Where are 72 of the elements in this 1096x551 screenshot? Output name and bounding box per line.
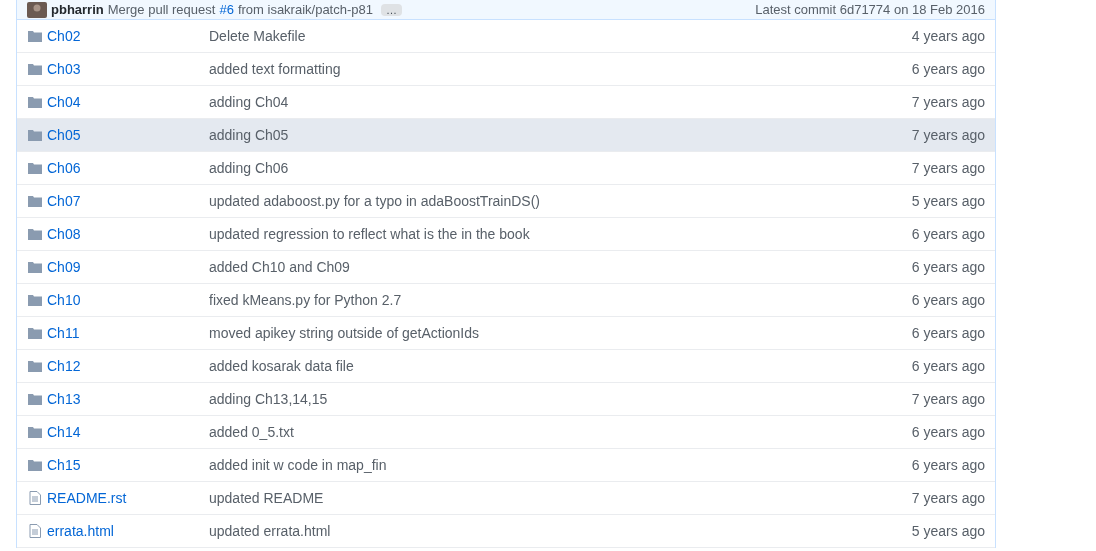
file-icon [29,491,41,505]
commit-message-link[interactable]: adding Ch06 [209,157,289,179]
commit-age: 6 years ago [911,59,985,79]
commit-age: 4 years ago [911,26,985,46]
commit-age: 6 years ago [911,422,985,442]
folder-icon [28,129,42,141]
commit-age: 5 years ago [911,191,985,211]
folder-icon [28,261,42,273]
folder-icon [28,63,42,75]
commit-age: 7 years ago [911,92,985,112]
folder-icon [28,426,42,438]
commit-message-link[interactable]: updated errata.html [209,520,331,542]
folder-icon [28,294,42,306]
commit-message: Merge pull request [107,0,216,19]
file-name-link[interactable]: Ch02 [47,25,209,47]
folder-icon [28,162,42,174]
commit-age: 6 years ago [911,224,985,244]
pull-request-link[interactable]: #6 [219,0,234,20]
file-name-link[interactable]: Ch07 [47,190,209,212]
commit-message: from isakraik/patch-p81 [237,0,373,19]
commit-age: 6 years ago [911,455,985,475]
file-name-link[interactable]: Ch10 [47,289,209,311]
file-name-link[interactable]: Ch03 [47,58,209,80]
file-name-link[interactable]: Ch08 [47,223,209,245]
file-name-link[interactable]: README.rst [47,487,209,509]
file-name-link[interactable]: Ch14 [47,421,209,443]
file-name-link[interactable]: Ch12 [47,355,209,377]
latest-commit[interactable]: Latest commit 6d71774 on 18 Feb 2016 [755,0,985,20]
commit-message-link[interactable]: adding Ch05 [209,124,289,146]
commit-age: 6 years ago [911,323,985,343]
commit-age: 7 years ago [911,389,985,409]
file-icon [29,524,41,538]
folder-icon [28,30,42,42]
commit-age: 6 years ago [911,290,985,310]
folder-icon [28,393,42,405]
commit-message-link[interactable]: moved apikey string outside of getActionIds [209,322,480,344]
file-name-link[interactable]: Ch06 [47,157,209,179]
file-name-link[interactable]: Ch05 [47,124,209,146]
commit-message-link[interactable]: updated README [209,487,324,509]
commit-message-link[interactable]: added kosarak data file [209,355,354,377]
file-row[interactable]: Ch05 adding Ch05 7 years ago [17,119,995,152]
file-name-link[interactable]: Ch11 [47,322,209,344]
folder-icon [28,459,42,471]
file-name-link[interactable]: Ch15 [47,454,209,476]
commit-message-link[interactable]: added Ch10 and Ch09 [209,256,350,278]
commit-message-link[interactable]: Delete Makefile [209,25,306,47]
commit-age: 6 years ago [911,257,985,277]
commit-message-link[interactable]: added text formatting [209,58,341,80]
file-name-link[interactable]: Ch04 [47,91,209,113]
folder-icon [28,360,42,372]
file-name-link[interactable]: Ch13 [47,388,209,410]
commit-message-link[interactable]: added init w code in map_fin [209,454,387,476]
commit-age: 7 years ago [911,488,985,508]
folder-icon [28,195,42,207]
commit-message-link[interactable]: fixed kMeans.py for Python 2.7 [209,289,402,311]
folder-icon [28,96,42,108]
commit-age: 6 years ago [911,356,985,376]
commit-message-link[interactable]: added 0_5.txt [209,421,294,443]
file-name-link[interactable]: errata.html [47,520,209,542]
commit-age: 5 years ago [911,521,985,541]
folder-icon [28,327,42,339]
avatar-icon [27,1,47,18]
commit-author[interactable]: pbharrin [51,0,104,20]
folder-icon [28,228,42,240]
commit-message-link[interactable]: adding Ch13,14,15 [209,388,328,410]
commit-message-link[interactable]: updated regression to reflect what is the in the book [209,223,530,245]
file-name-link[interactable]: Ch09 [47,256,209,278]
commit-message-link[interactable]: adding Ch04 [209,91,289,113]
commit-message-link[interactable]: updated adaboost.py for a typo in adaBoostTrainDS() [209,190,541,212]
expand-button[interactable]: … [381,3,402,16]
commit-age: 7 years ago [911,158,985,178]
commit-age: 7 years ago [911,125,985,145]
